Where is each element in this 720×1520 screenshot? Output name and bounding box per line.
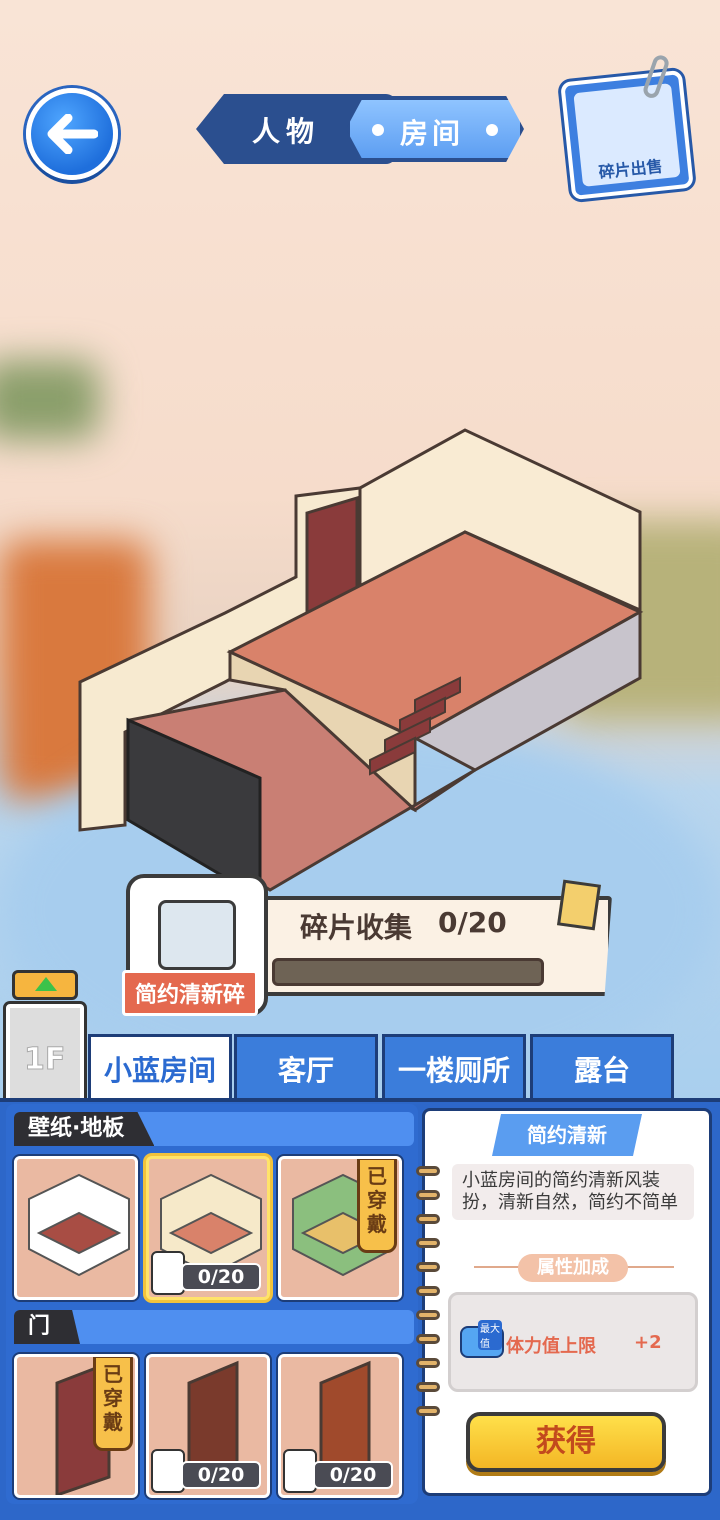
room-model: [78, 428, 644, 900]
arrow-up-icon: [35, 977, 57, 991]
room-thumbnail-icon: [28, 1173, 130, 1277]
wallpaper-item-1[interactable]: [14, 1156, 138, 1300]
collect-progress-bar: [272, 958, 544, 986]
item-count: 0/20: [313, 1461, 393, 1489]
mode-tabs: 人物 房间: [196, 94, 526, 164]
get-button[interactable]: 获得: [466, 1412, 666, 1472]
attr-value: +2: [634, 1332, 662, 1353]
worn-badge: 已穿戴: [357, 1159, 397, 1253]
attr-name: 体力值上限: [506, 1336, 596, 1357]
binder-ring-icon: [416, 1334, 440, 1344]
detail-title: 简约清新: [492, 1114, 642, 1156]
floor-selector[interactable]: 1F: [6, 1004, 84, 1104]
tab-room-living[interactable]: 客厅: [234, 1034, 378, 1100]
binder-ring-icon: [416, 1214, 440, 1224]
collect-title: 碎片收集: [300, 911, 413, 944]
back-button[interactable]: [26, 88, 118, 180]
tab-room-toilet[interactable]: 一楼厕所: [382, 1034, 526, 1100]
binder-ring-icon: [416, 1286, 440, 1296]
item-count: 0/20: [181, 1461, 261, 1489]
binder-ring-icon: [416, 1238, 440, 1248]
fragment-mini-icon: [151, 1449, 185, 1493]
binder-ring-icon: [416, 1166, 440, 1176]
worn-badge: 已穿戴: [93, 1357, 133, 1451]
attr-header: 属性加成: [474, 1254, 674, 1282]
door-item-2[interactable]: 0/20: [146, 1354, 270, 1498]
binder-ring-icon: [416, 1262, 440, 1272]
tab-character-label: 人物: [252, 115, 321, 148]
fragment-mini-icon: [151, 1251, 185, 1295]
binder-ring-icon: [416, 1190, 440, 1200]
dumbbell-icon: 最大值: [460, 1320, 504, 1358]
attr-icon-tag: 最大值: [478, 1320, 502, 1350]
binder-ring-icon: [416, 1358, 440, 1368]
tab-room-terrace[interactable]: 露台: [530, 1034, 674, 1100]
attr-header-label: 属性加成: [518, 1254, 628, 1282]
detail-description: 小蓝房间的简约清新风装扮，清新自然，简约不简单: [452, 1164, 694, 1220]
binder-ring-icon: [416, 1406, 440, 1416]
fragment-room-icon: [158, 900, 236, 970]
room-tab-label: 一楼厕所: [397, 1053, 510, 1087]
collect-count: 0/20: [438, 906, 507, 939]
wallpaper-item-2[interactable]: 0/20: [146, 1156, 270, 1300]
dot-icon: [486, 124, 498, 136]
note-tag-icon: [556, 879, 602, 931]
item-count: 0/20: [181, 1263, 261, 1291]
floor-label: 1F: [23, 1042, 66, 1078]
fragment-sell-button[interactable]: 碎片出售: [560, 53, 694, 201]
room-tab-label: 露台: [573, 1053, 630, 1087]
room-tab-label: 小蓝房间: [103, 1053, 216, 1087]
tab-room-xiaolan[interactable]: 小蓝房间: [88, 1034, 232, 1100]
tab-room-label: 房间: [400, 117, 465, 150]
section-title-door: 门: [14, 1310, 81, 1344]
dot-icon: [372, 124, 384, 136]
binder-ring-icon: [416, 1382, 440, 1392]
section-title-wallpaper: 壁纸·地板: [14, 1112, 155, 1146]
fragment-mini-icon: [283, 1449, 317, 1493]
room-tab-label: 客厅: [277, 1053, 334, 1087]
arrow-left-icon: [47, 114, 98, 154]
tab-room[interactable]: 房间: [346, 96, 524, 162]
door-item-3[interactable]: 0/20: [278, 1354, 402, 1498]
floor-up-button[interactable]: [12, 970, 78, 1000]
binder-ring-icon: [416, 1310, 440, 1320]
fragment-name: 简约清新碎: [122, 970, 259, 1016]
wallpaper-item-3[interactable]: 已穿戴: [278, 1156, 402, 1300]
door-item-1[interactable]: 已穿戴: [14, 1354, 138, 1498]
